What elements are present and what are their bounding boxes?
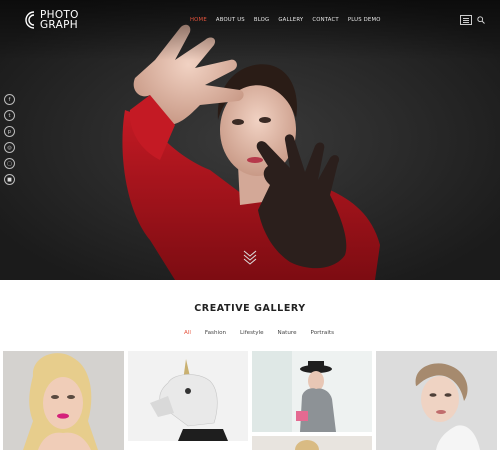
filter-fashion[interactable]: Fashion [205, 330, 226, 336]
facebook-icon[interactable]: f [4, 94, 15, 105]
logo-text: PHOTO GRAPH [40, 10, 79, 31]
site-header: PHOTO GRAPH HOME ABOUT US BLOG GALLERY C… [0, 0, 500, 42]
gallery-item-unicorn-mask[interactable] [128, 351, 248, 441]
hero-image [0, 0, 500, 280]
twitter-icon[interactable]: t [4, 110, 15, 121]
filter-portraits[interactable]: Portraits [311, 330, 334, 336]
nav-gallery[interactable]: GALLERY [278, 17, 303, 23]
gallery-image [252, 436, 372, 450]
nav-blog[interactable]: BLOG [254, 17, 269, 23]
gallery-image [252, 351, 372, 432]
hamburger-menu-icon[interactable] [460, 15, 472, 25]
gallery-item-updo-portrait[interactable] [376, 351, 497, 450]
search-icon[interactable] [477, 16, 485, 24]
filter-all[interactable]: All [184, 330, 191, 336]
hero-section: PHOTO GRAPH HOME ABOUT US BLOG GALLERY C… [0, 0, 500, 280]
gallery-item-blonde-small[interactable] [252, 436, 372, 450]
logo-line-2: GRAPH [40, 19, 78, 31]
chevron-down-icon[interactable] [243, 249, 257, 265]
nav-about-us[interactable]: ABOUT US [216, 17, 245, 23]
filter-lifestyle[interactable]: Lifestyle [240, 330, 264, 336]
logo[interactable]: PHOTO GRAPH [22, 10, 79, 30]
gallery-image [376, 351, 497, 450]
nav-plus-demo[interactable]: PLUS DEMO [348, 17, 381, 23]
gallery-filters: All Fashion Lifestyle Nature Portraits [0, 330, 500, 336]
gallery-item-blonde-portrait[interactable] [3, 351, 124, 450]
behance-icon[interactable]: ■ [4, 174, 15, 185]
pinterest-icon[interactable]: p [4, 126, 15, 137]
logo-mark-icon [25, 11, 35, 29]
nav-home[interactable]: HOME [190, 17, 207, 23]
social-links: f t p ◎ ▢ ■ [4, 94, 15, 185]
instagram-icon[interactable]: ▢ [4, 158, 15, 169]
gallery-image [128, 351, 248, 441]
dribbble-icon[interactable]: ◎ [4, 142, 15, 153]
gallery-title: CREATIVE GALLERY [194, 303, 306, 314]
filter-nature[interactable]: Nature [278, 330, 297, 336]
main-nav: HOME ABOUT US BLOG GALLERY CONTACT PLUS … [190, 17, 381, 23]
nav-contact[interactable]: CONTACT [312, 17, 339, 23]
gallery-image [3, 351, 124, 450]
gallery-item-woman-hat[interactable] [252, 351, 372, 432]
